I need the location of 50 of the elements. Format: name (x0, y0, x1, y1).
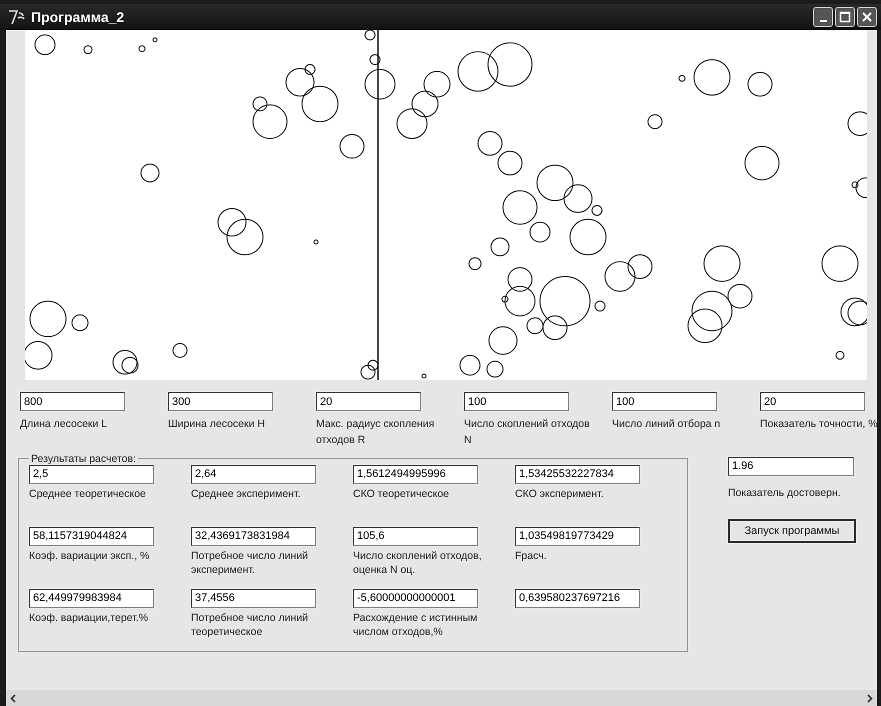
maximize-button[interactable] (835, 7, 855, 27)
minimize-button[interactable] (813, 7, 833, 27)
field-label: Число линий отбора n (612, 417, 722, 432)
result-field[interactable]: 58,1157319044824 (29, 526, 154, 546)
result-field[interactable]: 37,4556 (191, 588, 316, 608)
input-field[interactable]: 800 (20, 392, 125, 411)
field-label: Число скоплений отходов N (464, 417, 591, 448)
window-title: Программа_2 (31, 9, 124, 25)
result-field[interactable]: 105,6 (353, 526, 478, 546)
input-field[interactable]: 1.96 (728, 456, 854, 476)
group-title: Результаты расчетов: (30, 452, 138, 464)
field-label: Число скоплений отходов, оценка N оц. (353, 548, 483, 578)
result-field[interactable]: 1,5612494995996 (353, 464, 478, 484)
field-label: Потребное число линий эксперимент. (191, 548, 310, 578)
field-label: Коэф. вариации,терет.% (29, 610, 150, 626)
result-field[interactable]: 2,64 (191, 464, 316, 484)
field-label: СКО эксперимент. (515, 486, 605, 502)
input-field[interactable]: 100 (612, 392, 717, 411)
field-label: Расхождение с истинным числом отходов,% (353, 610, 478, 640)
result-field[interactable]: -5,60000000000001 (353, 588, 478, 608)
scroll-left-icon[interactable] (10, 694, 16, 702)
close-icon (861, 11, 873, 23)
field-label: Длина лесосеки L (20, 417, 108, 432)
result-field[interactable]: 62,449979983984 (29, 588, 154, 608)
field-label: Коэф. вариации эксп., % (29, 548, 150, 564)
result-field[interactable]: 1,53425532227834 (515, 464, 640, 484)
field-label: Потребное число линий теоретическое (191, 610, 310, 640)
input-field[interactable]: 20 (316, 392, 421, 411)
run-button[interactable]: Запуск программы (728, 519, 856, 544)
field-label: Среднее эксперимент. (191, 486, 302, 502)
field-label: Среднее теоретическое (29, 486, 147, 502)
field-label: Показатель достоверн. (728, 486, 842, 500)
input-field[interactable]: 20 (760, 392, 865, 411)
horizontal-scrollbar[interactable] (6, 690, 877, 706)
result-field[interactable]: 2,5 (29, 464, 154, 484)
field-label: Fрасч. (515, 548, 548, 564)
field-label: СКО теоретическое (353, 486, 450, 502)
result-field[interactable]: 0,639580237697216 (515, 588, 640, 608)
result-field[interactable]: 32,4369173831984 (191, 526, 316, 546)
input-field[interactable]: 100 (464, 392, 569, 411)
scroll-right-icon[interactable] (867, 694, 873, 702)
close-button[interactable] (857, 7, 877, 27)
field-label: Ширина лесосеки H (168, 417, 266, 432)
input-field[interactable]: 300 (168, 392, 273, 411)
app-icon (8, 9, 26, 25)
result-field[interactable]: 1,03549819773429 (515, 526, 640, 546)
maximize-icon (839, 11, 851, 23)
field-label: Показатель точности, % (760, 417, 879, 432)
field-label: Макс. радиус скопления отходов R (316, 417, 436, 448)
minimize-icon (820, 20, 826, 22)
